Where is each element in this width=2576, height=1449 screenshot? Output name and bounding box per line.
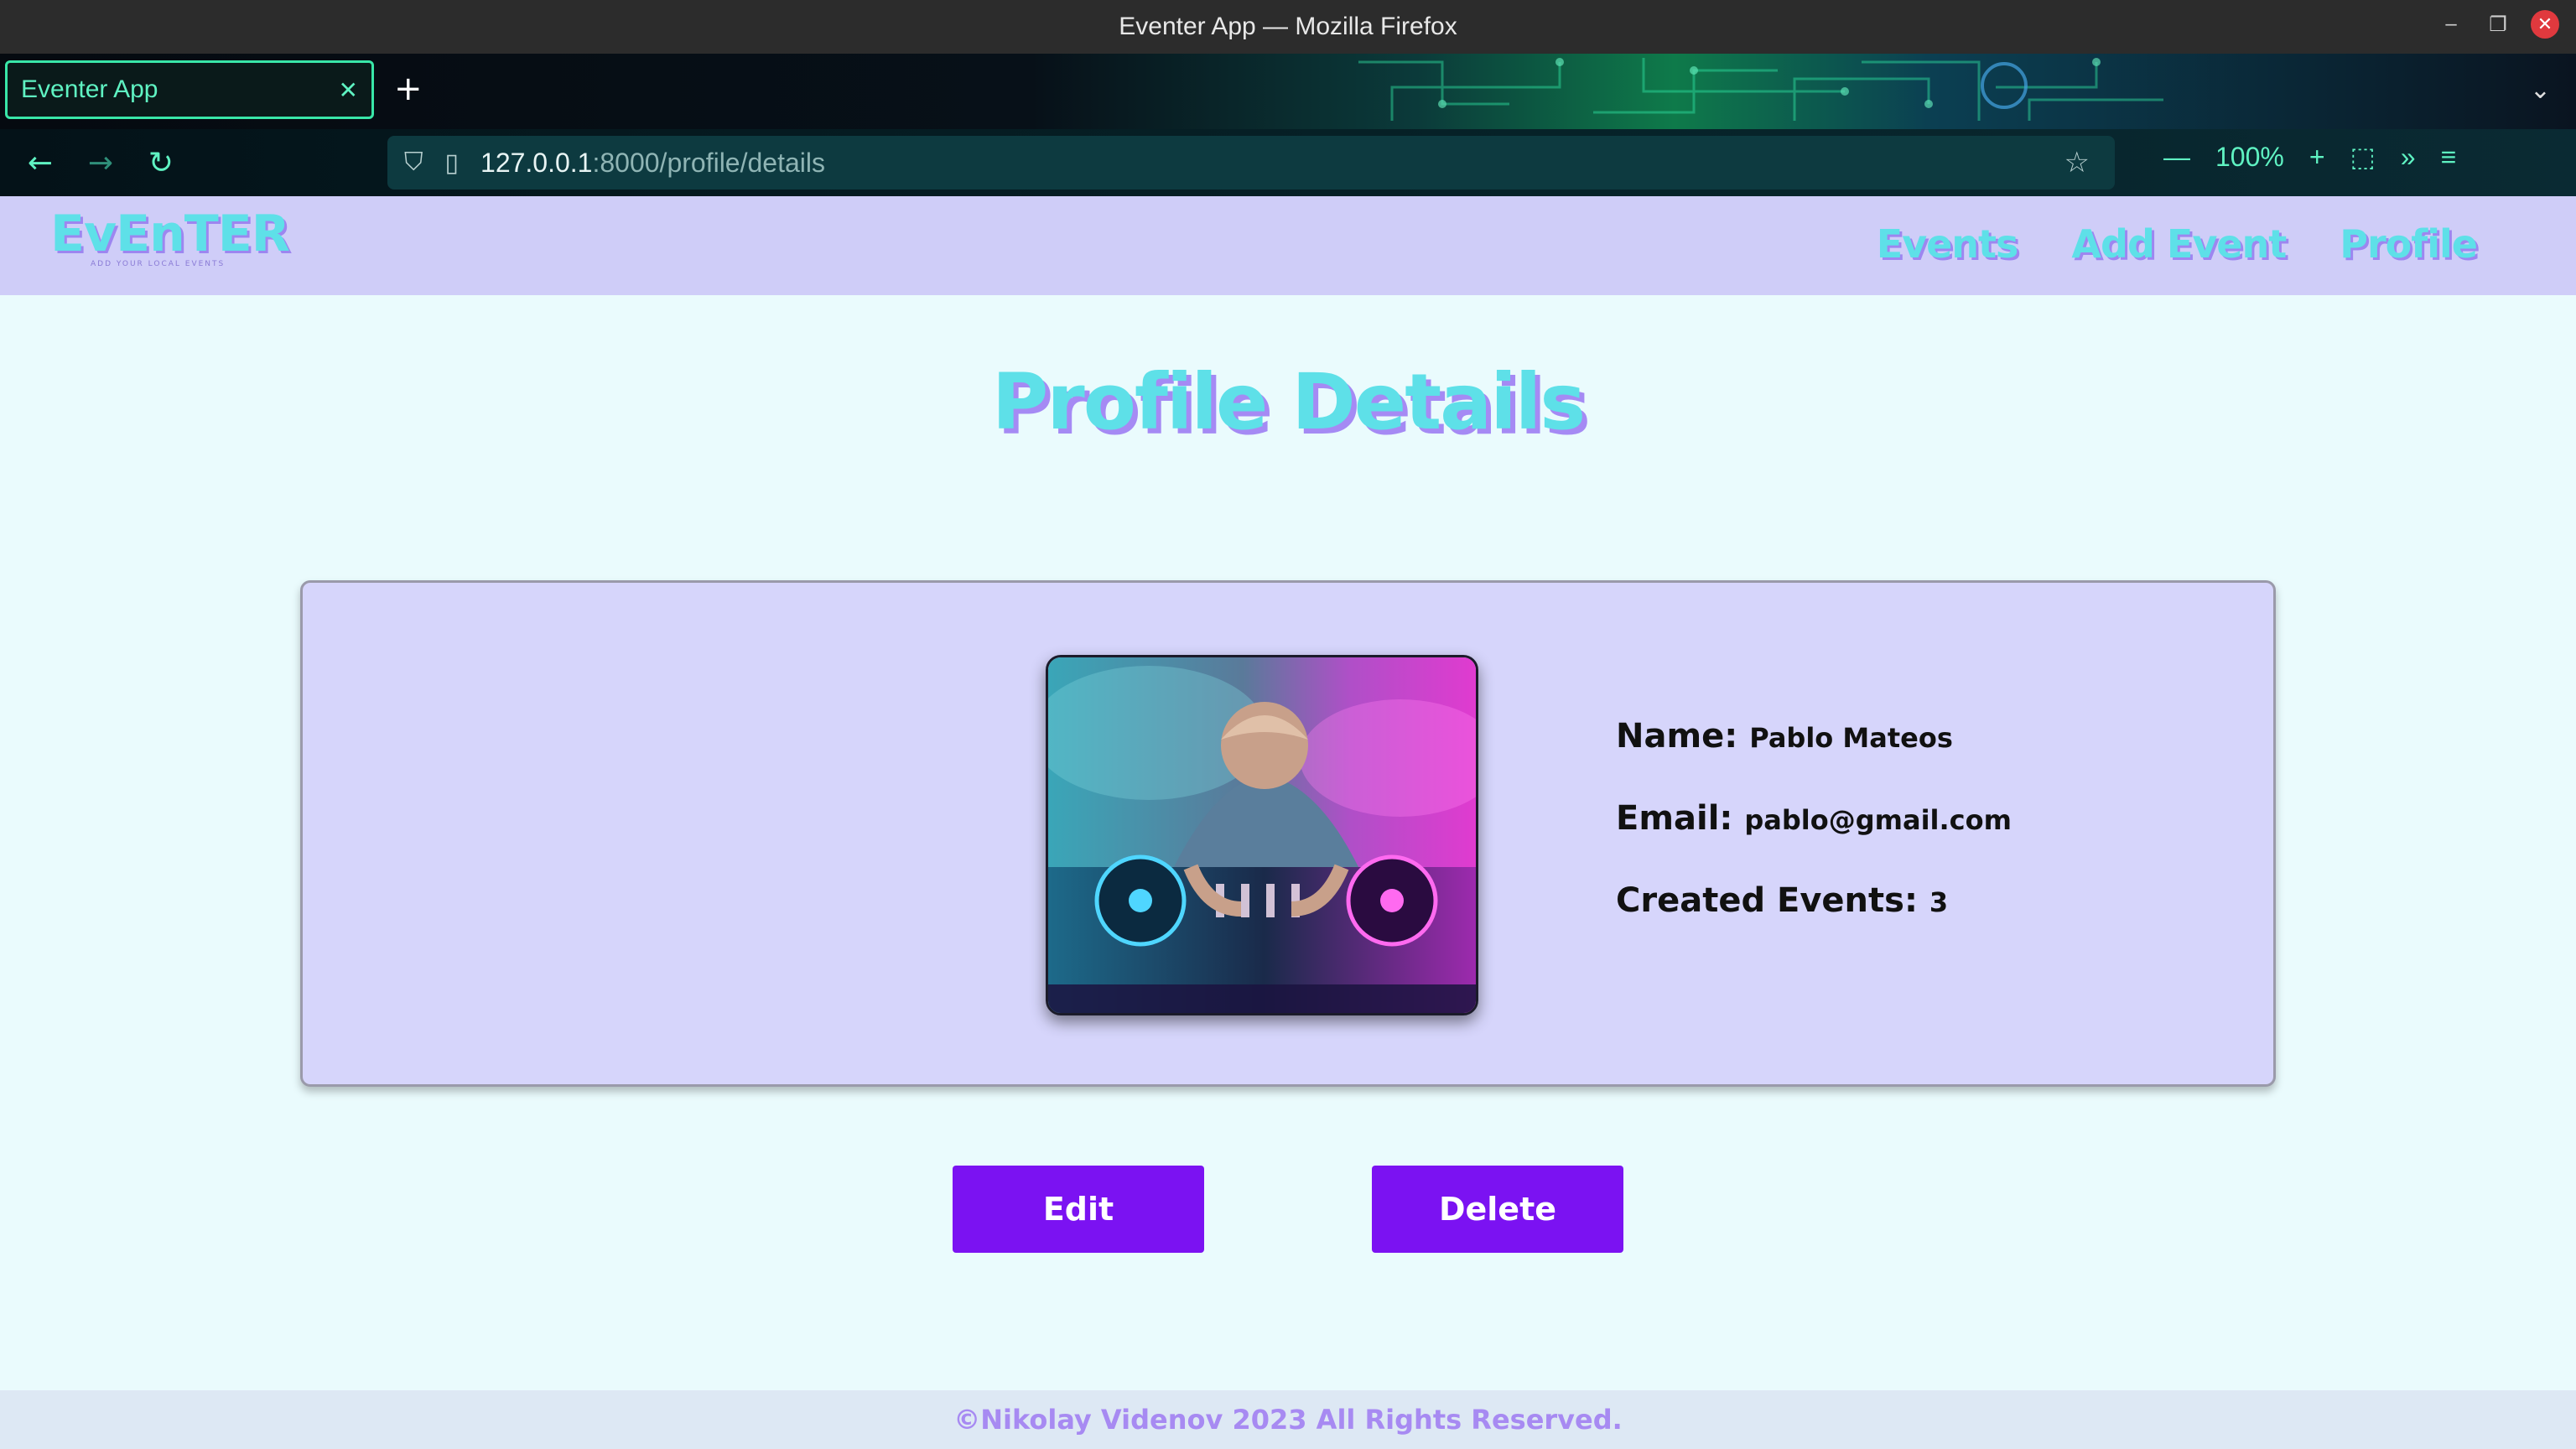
dj-photo-illustration (1048, 657, 1476, 1013)
profile-events-row: Created Events: 3 (1616, 881, 2012, 920)
footer-copyright: ©Nikolay Videnov 2023 All Rights Reserve… (953, 1404, 1623, 1436)
profile-card: Name: Pablo Mateos Email: pablo@gmail.co… (300, 580, 2276, 1087)
zoom-in-icon[interactable]: + (2309, 142, 2325, 173)
more-tools-icon[interactable]: » (2401, 142, 2416, 173)
zoom-out-icon[interactable]: — (2163, 142, 2190, 173)
reload-icon[interactable]: ↻ (141, 143, 181, 183)
star-bookmark-icon[interactable]: ☆ (2064, 146, 2090, 179)
profile-name-row: Name: Pablo Mateos (1616, 717, 2012, 756)
menu-icon[interactable]: ≡ (2441, 142, 2457, 173)
page-title: Profile Details (991, 357, 1586, 447)
nav-link-profile[interactable]: Profile (2340, 221, 2478, 267)
nav-link-add-event[interactable]: Add Event (2071, 221, 2287, 267)
navigation-bar: ← → ↻ ⛉ ▯ 127.0.0.1:8000/profile/details… (0, 129, 2576, 196)
close-tab-icon[interactable]: ✕ (339, 76, 358, 104)
name-value: Pablo Mateos (1749, 722, 1953, 754)
profile-email-row: Email: pablo@gmail.com (1616, 799, 2012, 838)
tab-label: Eventer App (21, 75, 158, 103)
url-path: :8000/profile/details (592, 147, 825, 178)
site-logo[interactable]: EvEnTER ADD YOUR LOCAL EVENTS (50, 205, 290, 280)
url-bar[interactable]: ⛉ ▯ 127.0.0.1:8000/profile/details ☆ (387, 136, 2115, 190)
window-controls: – ❐ ✕ (2437, 10, 2559, 39)
email-value: pablo@gmail.com (1744, 804, 2012, 836)
profile-photo (1046, 655, 1478, 1015)
site-header: EvEnTER ADD YOUR LOCAL EVENTS Events Add… (0, 196, 2576, 295)
site-footer: ©Nikolay Videnov 2023 All Rights Reserve… (0, 1390, 2576, 1449)
name-label: Name: (1616, 717, 1738, 756)
tab-strip: Eventer App ✕ + ⌄ (0, 54, 2576, 129)
window-titlebar: Eventer App — Mozilla Firefox – ❐ ✕ (0, 0, 2576, 54)
edit-profile-button[interactable]: Edit (953, 1166, 1204, 1253)
forward-icon[interactable]: → (80, 143, 121, 183)
back-icon[interactable]: ← (20, 143, 60, 183)
created-events-label: Created Events: (1616, 881, 1918, 920)
url-host: 127.0.0.1 (480, 147, 593, 178)
profile-details: Name: Pablo Mateos Email: pablo@gmail.co… (1616, 717, 2012, 963)
theme-circuit-decoration (1358, 58, 2163, 121)
created-events-value: 3 (1929, 886, 1949, 918)
extensions-icon[interactable]: ⬚ (2350, 141, 2376, 173)
tab-eventer-app[interactable]: Eventer App ✕ (5, 60, 374, 119)
delete-profile-button[interactable]: Delete (1372, 1166, 1623, 1253)
email-label: Email: (1616, 799, 1733, 838)
zoom-controls: — 100% + ⬚ » ≡ (2163, 141, 2456, 173)
nav-link-events[interactable]: Events (1877, 221, 2019, 267)
zoom-level[interactable]: 100% (2215, 142, 2284, 173)
site-nav: Events Add Event Profile (1877, 221, 2478, 267)
minimize-icon[interactable]: – (2437, 10, 2465, 39)
logo-text: EvEnTER (50, 205, 290, 263)
maximize-icon[interactable]: ❐ (2484, 10, 2512, 39)
window-title: Eventer App — Mozilla Firefox (1119, 13, 1457, 40)
shield-icon[interactable]: ⛉ (404, 148, 423, 177)
web-page: EvEnTER ADD YOUR LOCAL EVENTS Events Add… (0, 196, 2576, 1449)
page-icon: ▯ (444, 148, 460, 177)
chevron-down-icon[interactable]: ⌄ (2530, 75, 2551, 105)
new-tab-icon[interactable]: + (394, 72, 423, 106)
close-window-icon[interactable]: ✕ (2531, 10, 2559, 39)
